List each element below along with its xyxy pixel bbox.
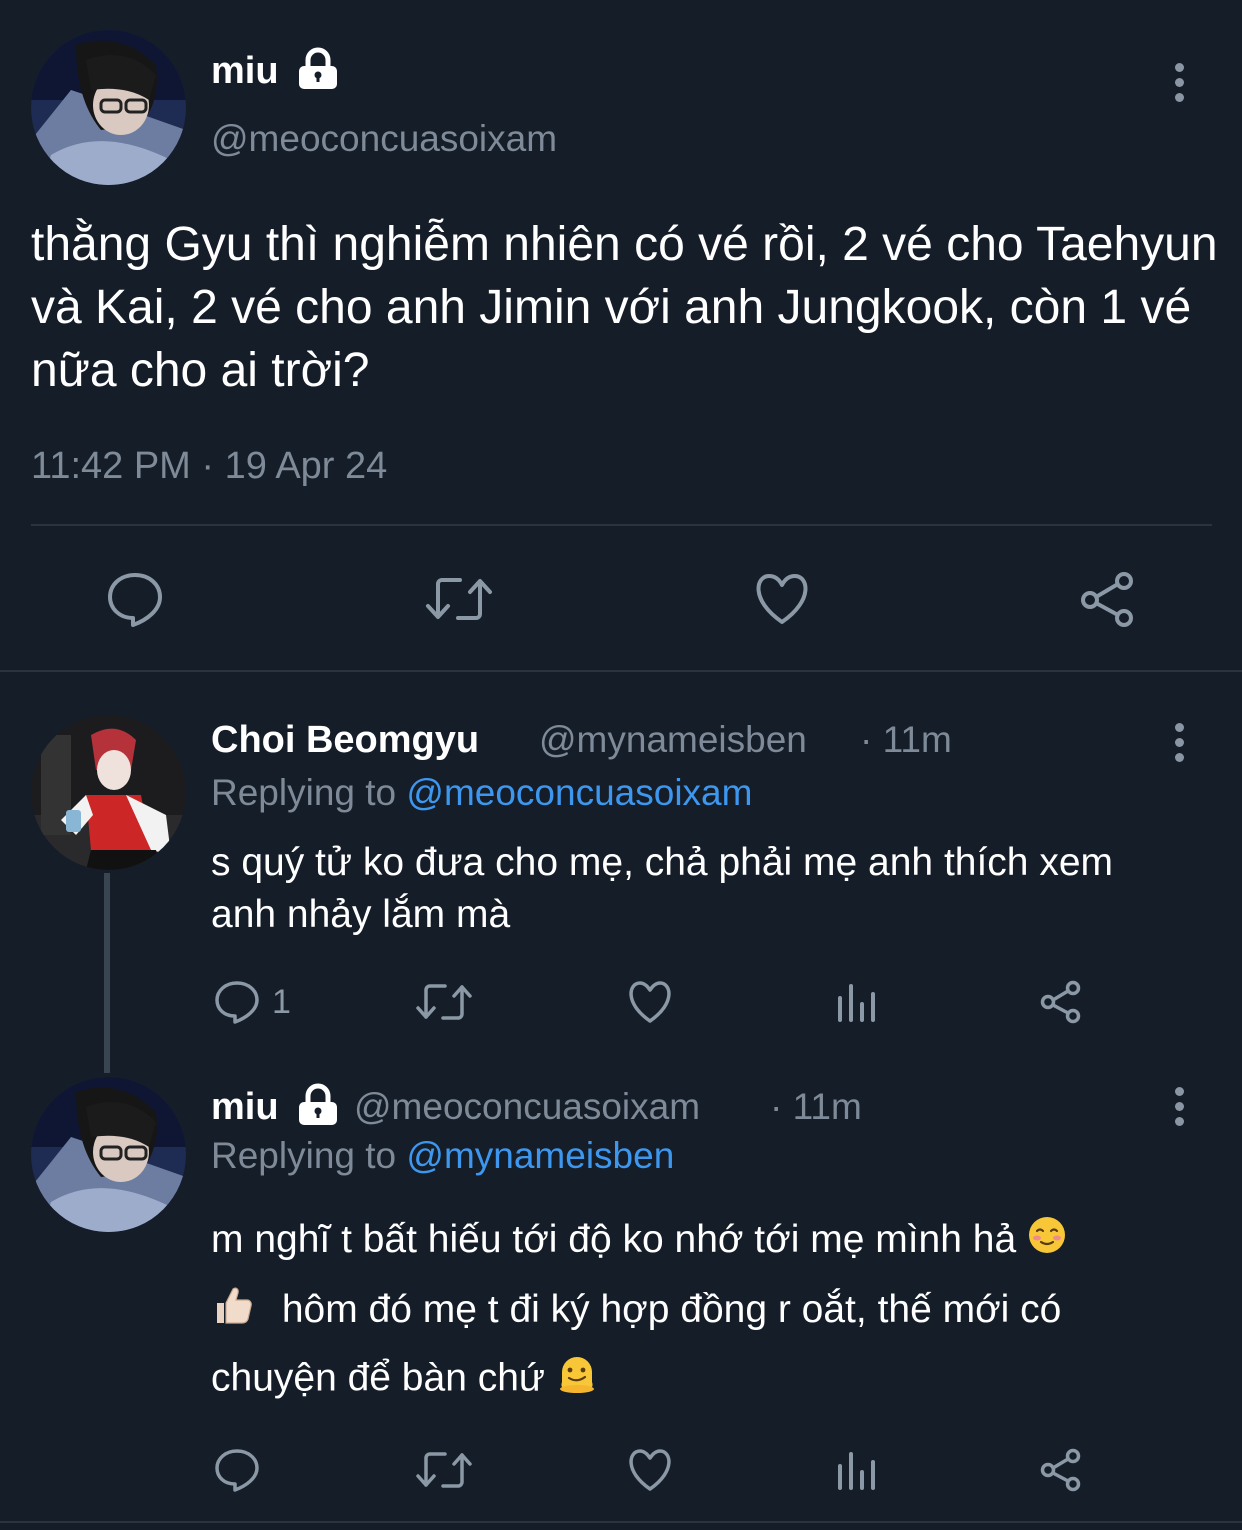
like-icon[interactable]	[752, 572, 812, 626]
retweet-icon[interactable]	[414, 979, 474, 1025]
like-icon[interactable]	[626, 1448, 674, 1492]
reply1-author-handle[interactable]: @mynameisben	[539, 719, 807, 761]
reply2-time: · 11m	[770, 1086, 862, 1127]
share-icon[interactable]	[1038, 979, 1084, 1025]
lock-icon	[297, 47, 339, 91]
smiling-blush-emoji-icon	[1027, 1215, 1067, 1269]
reply2-text-part1: m nghĩ t bất hiếu tới độ ko nhớ tới mẹ m…	[211, 1218, 1017, 1261]
thumbs-up-emoji-icon	[211, 1283, 255, 1341]
main-author-name[interactable]: miu	[211, 50, 279, 93]
more-options-icon[interactable]	[1173, 723, 1185, 768]
reply2-replying-line: Replying to @mynameisben	[211, 1135, 674, 1177]
main-tweet-timestamp: 11:42 PM · 19 Apr 24	[31, 445, 388, 487]
reply2-text-line2: hôm đó mẹ t đi ký hợp đồng r oắt, thế mớ…	[211, 1283, 1061, 1341]
reply2-text-line1: m nghĩ t bất hiếu tới độ ko nhớ tới mẹ m…	[211, 1214, 1067, 1269]
share-icon[interactable]	[1038, 1447, 1084, 1493]
reply1-text: s quý tử ko đưa cho mẹ, chả phải mẹ anh …	[211, 841, 1114, 936]
divider	[0, 1521, 1242, 1523]
reply1-time: · 11m	[860, 719, 952, 760]
lock-icon	[297, 1083, 339, 1127]
main-author-avatar[interactable]	[31, 30, 186, 185]
reply1-author-name[interactable]: Choi Beomgyu	[211, 719, 479, 762]
divider	[0, 670, 1242, 672]
like-icon[interactable]	[626, 980, 674, 1024]
divider	[31, 524, 1212, 526]
melting-face-emoji-icon	[556, 1352, 598, 1408]
reply1-replying-line: Replying to @meoconcuasoixam	[211, 772, 752, 814]
replying-to-link[interactable]: @mynameisben	[406, 1135, 674, 1176]
main-tweet-text: thằng Gyu thì nghiễm nhiên có vé rồi, 2 …	[31, 218, 1218, 397]
retweet-icon[interactable]	[414, 1447, 474, 1493]
analytics-icon[interactable]	[835, 980, 879, 1024]
replying-to-label: Replying to	[211, 772, 397, 813]
reply-icon[interactable]	[105, 570, 165, 628]
reply1-author-avatar[interactable]	[31, 715, 186, 870]
more-options-icon[interactable]	[1173, 63, 1185, 108]
main-author-handle[interactable]: @meoconcuasoixam	[211, 118, 557, 160]
reply2-author-handle[interactable]: @meoconcuasoixam	[354, 1086, 700, 1128]
analytics-icon[interactable]	[835, 1448, 879, 1492]
reply2-text-part2: hôm đó mẹ t đi ký hợp đồng r oắt, thế mớ…	[281, 1288, 1062, 1332]
thread-line	[104, 873, 110, 1073]
replying-to-label: Replying to	[211, 1135, 397, 1176]
retweet-icon[interactable]	[424, 572, 494, 626]
reply2-text-line3: chuyện để bàn chứ	[211, 1352, 598, 1408]
more-options-icon[interactable]	[1173, 1087, 1185, 1132]
reply-icon[interactable]	[214, 1447, 260, 1493]
reply2-text-part3: chuyện để bàn chứ	[211, 1356, 546, 1400]
replying-to-link[interactable]: @meoconcuasoixam	[406, 772, 752, 813]
share-icon[interactable]	[1078, 570, 1138, 628]
reply2-author-avatar[interactable]	[31, 1077, 186, 1232]
reply1-reply-count: 1	[272, 983, 291, 1021]
reply-icon[interactable]	[214, 979, 260, 1025]
reply2-author-name[interactable]: miu	[211, 1086, 279, 1129]
